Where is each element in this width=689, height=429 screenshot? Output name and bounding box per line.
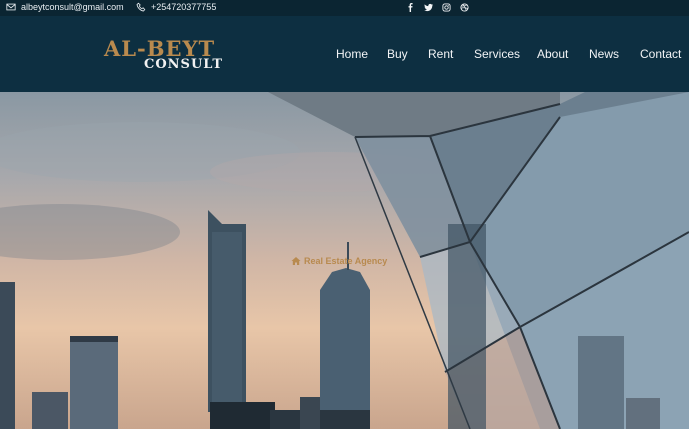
envelope-icon — [6, 3, 16, 11]
hero-tag-text: Real Estate Agency — [304, 256, 388, 266]
brand-subtitle: CONSULT — [144, 57, 224, 72]
nav-rent[interactable]: Rent — [428, 47, 453, 61]
site-header: AL-BEYT CONSULT Home Buy Rent Services A… — [0, 16, 689, 92]
phone-text: +254720377755 — [151, 2, 217, 12]
nav-services[interactable]: Services — [474, 47, 520, 61]
nav-home[interactable]: Home — [336, 47, 368, 61]
facebook-icon[interactable] — [405, 2, 415, 12]
dribbble-icon[interactable] — [459, 2, 469, 12]
home-icon — [291, 257, 301, 265]
brand-logo[interactable]: AL-BEYT CONSULT — [104, 36, 222, 72]
phone-icon — [136, 2, 146, 12]
hero-banner: Real Estate Agency — [0, 92, 689, 429]
phone-contact[interactable]: +254720377755 — [136, 2, 216, 12]
nav-buy[interactable]: Buy — [387, 47, 408, 61]
social-links — [405, 2, 469, 12]
nav-news[interactable]: News — [589, 47, 619, 61]
hero-tag: Real Estate Agency — [291, 256, 387, 266]
twitter-icon[interactable] — [423, 2, 433, 12]
email-text: albeytconsult@gmail.com — [21, 2, 124, 12]
instagram-icon[interactable] — [441, 2, 451, 12]
brand-name: AL-BEYT — [104, 36, 216, 61]
top-bar: albeytconsult@gmail.com +254720377755 — [0, 0, 689, 16]
nav-contact[interactable]: Contact — [640, 47, 681, 61]
email-contact[interactable]: albeytconsult@gmail.com — [6, 2, 124, 12]
nav-about[interactable]: About — [537, 47, 568, 61]
